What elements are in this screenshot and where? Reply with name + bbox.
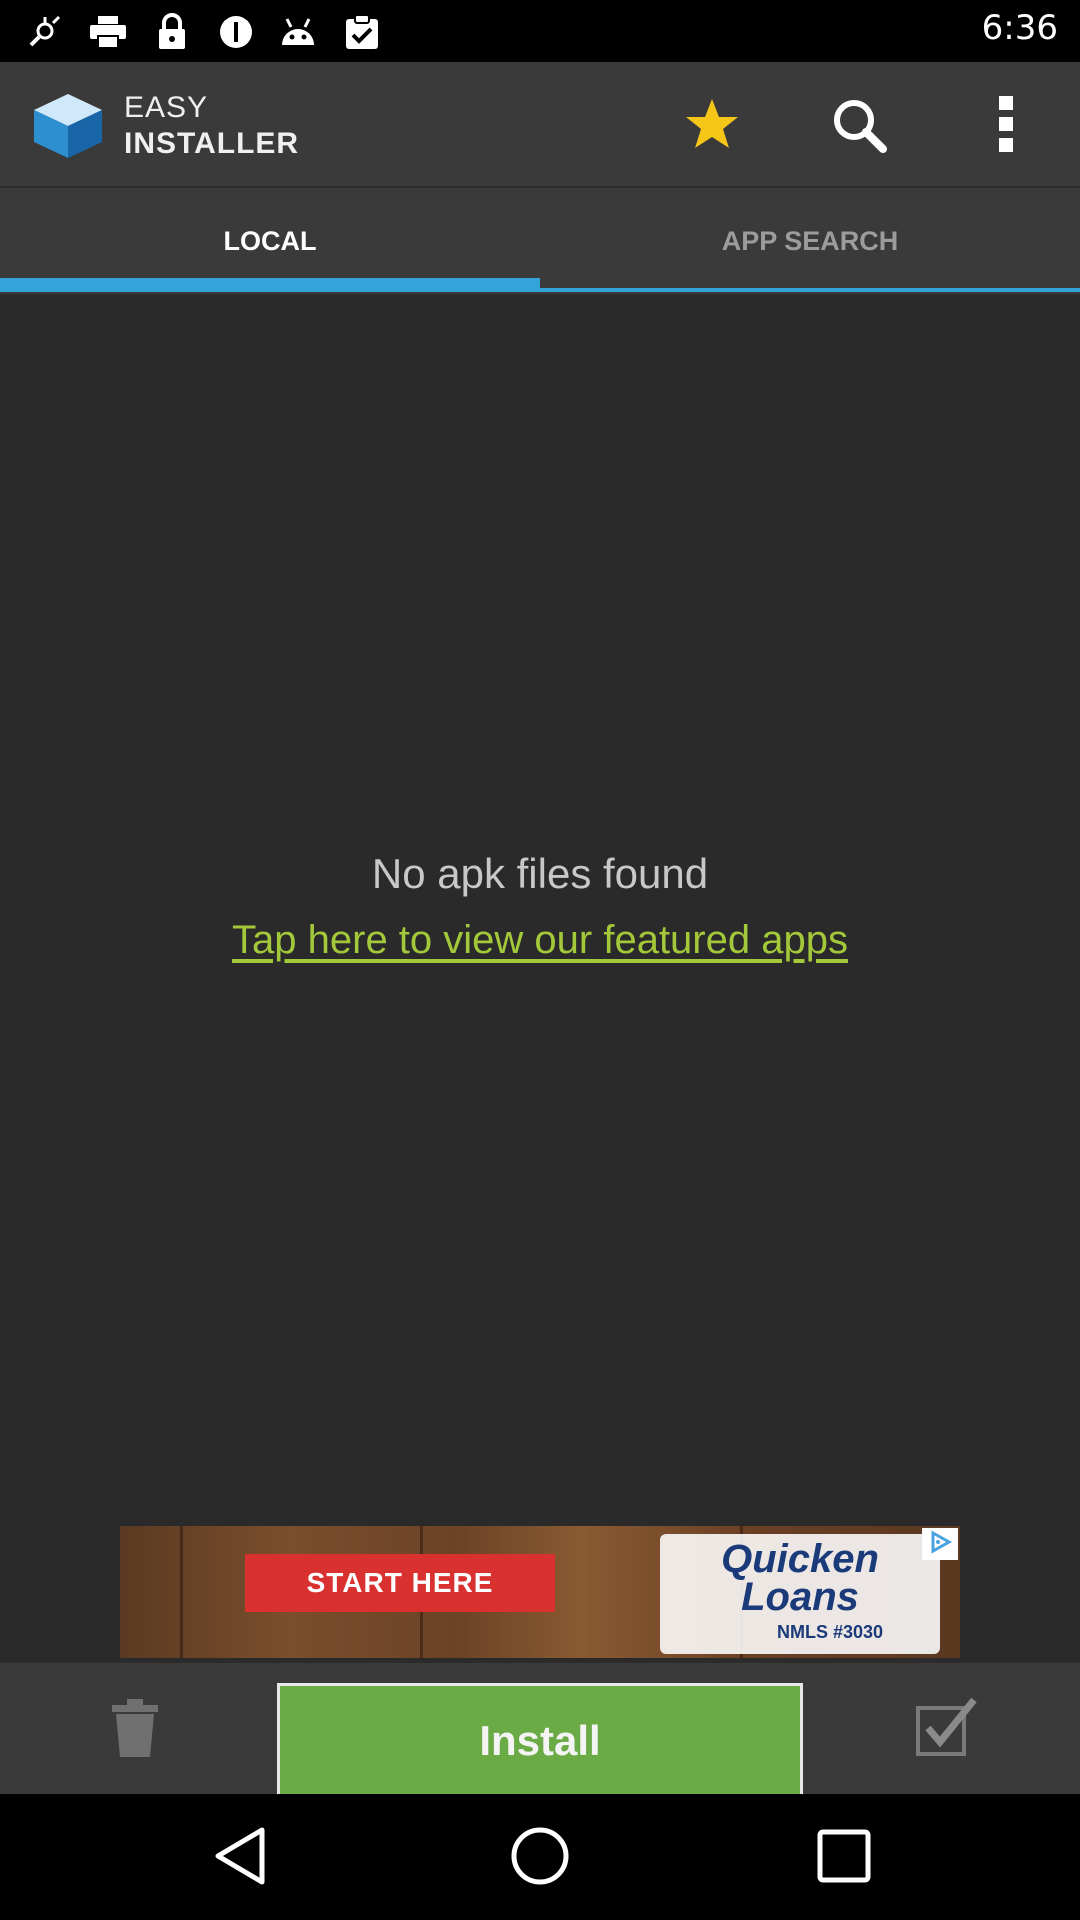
app-bar: EASY INSTALLER — [0, 62, 1080, 188]
app-title-line2: INSTALLER — [124, 127, 300, 160]
selected-tab-indicator — [0, 278, 540, 292]
back-icon — [210, 1824, 270, 1892]
favorites-button[interactable] — [670, 84, 754, 168]
ad-choices-icon — [927, 1530, 953, 1558]
select-all-button[interactable] — [910, 1693, 982, 1765]
back-button[interactable] — [204, 1822, 276, 1894]
install-button[interactable]: Install — [277, 1683, 803, 1796]
empty-state-message: No apk files found — [371, 850, 709, 897]
app-title-line1: EASY — [124, 91, 209, 124]
system-nav-bar — [0, 1794, 1080, 1920]
clock-time: 6:36 — [981, 8, 1058, 48]
search-icon — [829, 95, 887, 157]
home-button[interactable] — [504, 1822, 576, 1894]
gps-icon — [24, 12, 64, 52]
search-button[interactable] — [816, 84, 900, 168]
tab-underline — [540, 288, 1080, 292]
do-not-disturb-icon — [216, 12, 256, 52]
delete-button[interactable] — [100, 1695, 170, 1765]
printer-icon — [88, 12, 128, 52]
recents-icon — [816, 1828, 872, 1888]
ad-banner[interactable]: START HERE Quicken Loans NMLS #3030 — [120, 1526, 960, 1658]
app-title: EASY INSTALLER — [124, 90, 299, 162]
lock-icon — [152, 12, 192, 52]
ad-brand-line2: Loans — [741, 1575, 859, 1619]
status-bar: 6:36 — [0, 0, 1080, 62]
overflow-menu-icon — [996, 94, 1016, 158]
ad-choices-button[interactable] — [922, 1528, 958, 1560]
trash-icon — [108, 1697, 162, 1763]
ad-nmls: NMLS #3030 — [776, 1622, 884, 1642]
clipboard-check-icon — [342, 12, 382, 52]
star-icon — [684, 97, 740, 155]
featured-apps-link[interactable]: Tap here to view our featured apps — [0, 918, 1080, 963]
ad-brand-name: Quicken Loans — [660, 1539, 940, 1619]
app-logo-cube-icon — [30, 90, 106, 160]
checkbox-checked-icon — [914, 1696, 978, 1762]
tab-app-search[interactable]: APP SEARCH — [540, 188, 1080, 294]
recents-button[interactable] — [808, 1822, 880, 1894]
home-icon — [508, 1824, 572, 1892]
android-icon — [278, 12, 318, 52]
ad-cta-button[interactable]: START HERE — [245, 1554, 555, 1612]
local-apk-list: No apk files found Tap here to view our … — [0, 294, 1080, 1661]
bottom-action-bar: Install — [0, 1661, 1080, 1796]
overflow-menu-button[interactable] — [964, 84, 1048, 168]
